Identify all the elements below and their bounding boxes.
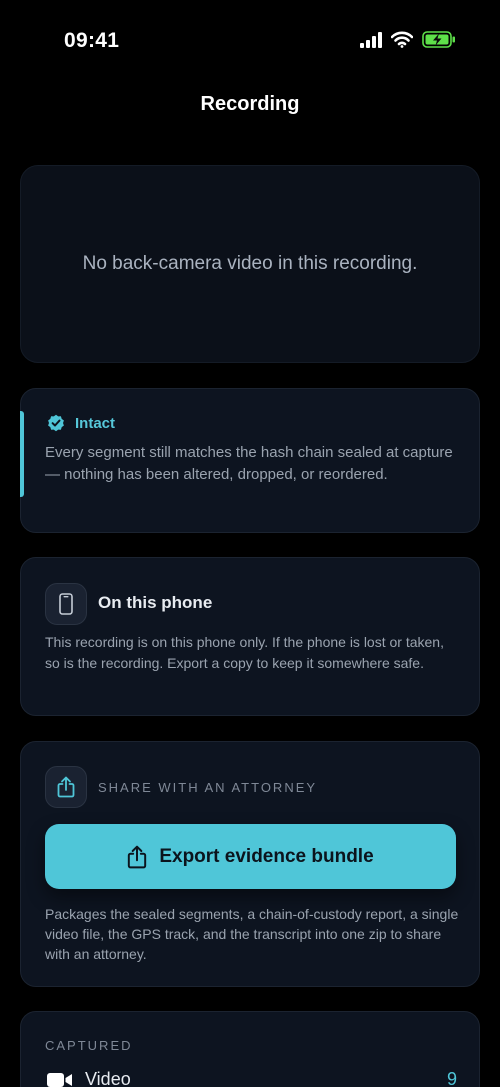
captured-item-name: Video bbox=[85, 1069, 131, 1087]
share-section-label: SHARE WITH AN ATTORNEY bbox=[98, 780, 318, 795]
recording-screen: 09:41 Recording No back-camera video in … bbox=[0, 0, 500, 1087]
page-title: Recording bbox=[200, 93, 300, 115]
battery-charging-icon bbox=[422, 31, 455, 48]
verified-badge-icon bbox=[48, 414, 64, 432]
captured-section-label: CAPTURED bbox=[45, 1038, 133, 1053]
status-bar: 09:41 bbox=[0, 0, 500, 80]
video-camera-icon bbox=[47, 1072, 72, 1087]
wifi-icon bbox=[391, 31, 413, 48]
export-evidence-bundle-button[interactable]: Export evidence bundle bbox=[45, 824, 456, 889]
cellular-signal-icon bbox=[360, 31, 382, 48]
integrity-header: Intact bbox=[47, 414, 115, 432]
share-card: SHARE WITH AN ATTORNEY Export evidence b… bbox=[20, 741, 480, 987]
storage-title: On this phone bbox=[98, 593, 213, 612]
smartphone-icon bbox=[59, 593, 73, 615]
storage-description: This recording is on this phone only. If… bbox=[45, 634, 444, 671]
captured-item-video[interactable]: Video 9 bbox=[47, 1069, 457, 1087]
integrity-status-card: Intact Every segment still matches the h… bbox=[20, 388, 480, 533]
phone-icon-tile bbox=[45, 583, 87, 625]
status-icons bbox=[360, 31, 456, 48]
share-description: Packages the sealed segments, a chain-of… bbox=[45, 906, 459, 962]
share-icon bbox=[128, 845, 147, 868]
integrity-title: Intact bbox=[75, 414, 116, 432]
video-player-placeholder: No back-camera video in this recording. bbox=[20, 165, 480, 363]
status-time: 09:41 bbox=[64, 29, 120, 52]
share-icon-tile bbox=[45, 766, 87, 808]
captured-item-count: 9 bbox=[446, 1069, 457, 1087]
integrity-description: Every segment still matches the hash cha… bbox=[45, 444, 453, 483]
storage-location-card: On this phone This recording is on this … bbox=[20, 557, 480, 716]
share-icon bbox=[57, 776, 75, 798]
export-button-label: Export evidence bundle bbox=[159, 845, 374, 867]
captured-card: CAPTURED Video 9 bbox=[20, 1011, 480, 1087]
integrity-accent-bar bbox=[20, 411, 24, 497]
no-video-message: No back-camera video in this recording. bbox=[82, 253, 418, 274]
